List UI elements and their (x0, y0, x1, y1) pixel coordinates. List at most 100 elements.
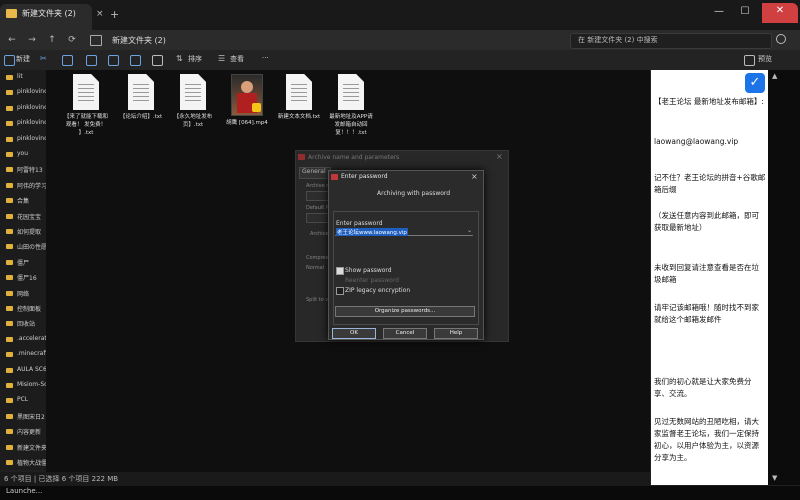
up-icon[interactable]: ↑ (42, 30, 62, 50)
more-button[interactable]: ··· (262, 54, 269, 62)
folder-icon (6, 136, 13, 142)
file-item[interactable]: 胡鹰 [064].mp4 (224, 74, 270, 127)
share-icon[interactable] (130, 55, 141, 66)
view-button[interactable]: 查看 (230, 54, 244, 64)
ad-line: 记不住？老王论坛的拼音+谷歌邮箱后缀 (654, 173, 766, 194)
split-label: Split to v (306, 297, 329, 303)
folder-icon (6, 336, 13, 342)
folder-icon (6, 460, 13, 465)
password-value[interactable]: 老王论坛www.laowang.vip (336, 228, 408, 236)
cancel-button[interactable]: Cancel (383, 328, 427, 339)
view-icon: ☰ (218, 54, 226, 63)
new-tab-icon[interactable]: + (110, 8, 119, 21)
folder-icon (6, 275, 13, 281)
new-icon (4, 55, 15, 66)
organize-passwords-button[interactable]: Organize passwords... (335, 306, 475, 317)
zip-legacy-checkbox[interactable] (336, 287, 344, 295)
close-icon[interactable]: ✕ (771, 5, 789, 19)
ad-line: 见过无数网站的丑陋吃相，请大家监督老王论坛，我们一定保持初心，以用户体验为主，以… (654, 417, 759, 462)
ad-panel: ✓ 【老王论坛 最新地址发布邮箱】: laowang@laowang.vip 记… (651, 70, 768, 485)
text-file-icon (286, 74, 312, 110)
folder-icon (6, 352, 13, 358)
dialog-close-icon[interactable]: × (471, 172, 478, 181)
minimize-icon[interactable]: — (710, 6, 728, 20)
archive-close-icon[interactable]: × (496, 152, 503, 161)
search-placeholder: 在 新建文件夹 (2) 中搜索 (578, 36, 658, 44)
status-text: 6 个项目 | 已选择 6 个项目 222 MB (4, 475, 119, 483)
reenter-password-label: Reenter password (345, 277, 399, 284)
refresh-icon[interactable]: ⟳ (62, 30, 82, 50)
ad-scrollbar[interactable] (768, 70, 800, 485)
file-item[interactable]: 【永久地址发布页】.txt (170, 74, 216, 129)
scroll-down-icon[interactable]: ▼ (772, 474, 777, 482)
folder-icon (6, 198, 13, 204)
folder-icon (6, 152, 13, 157)
rename-icon[interactable] (108, 55, 119, 66)
folder-icon (6, 321, 13, 327)
back-icon[interactable]: ← (2, 30, 22, 50)
brand-logo-icon: ✓ (745, 73, 765, 93)
archive-name-label: Archive n (306, 183, 330, 189)
text-file-icon (128, 74, 154, 110)
sort-button[interactable]: 排序 (188, 54, 202, 64)
breadcrumb[interactable]: 新建文件夹 (2) (112, 35, 166, 46)
folder-icon (6, 75, 13, 80)
enter-password-label: Enter password (336, 220, 383, 227)
delete-icon[interactable] (152, 55, 163, 66)
folder-icon (6, 213, 13, 219)
folder-icon (6, 121, 13, 127)
archive-format-label: Archive (310, 231, 329, 237)
folder-icon (6, 306, 13, 311)
folder-icon (6, 444, 13, 450)
folder-icon (6, 229, 13, 234)
chevron-down-icon[interactable]: ⌄ (467, 227, 472, 234)
ad-line: （发送任意内容到此邮箱，即可获取最新地址） (654, 211, 759, 232)
forward-icon[interactable]: → (22, 30, 42, 50)
new-button[interactable]: 新建 (16, 54, 30, 64)
copy-icon[interactable] (62, 55, 73, 66)
archive-icon (298, 154, 305, 160)
show-password-checkbox[interactable] (336, 267, 344, 275)
tab-close-icon[interactable]: × (96, 9, 104, 19)
ok-button[interactable]: OK (332, 328, 376, 339)
sort-icon: ⇅ (176, 54, 183, 63)
folder-icon (6, 167, 13, 173)
file-item[interactable]: 【来了就能下载和观看！ 发免费！ 】.txt (63, 74, 109, 137)
folder-icon (6, 398, 13, 404)
show-password-label: Show password (345, 267, 392, 274)
archive-icon (331, 174, 338, 180)
search-icon[interactable] (776, 34, 786, 44)
folder-icon (6, 413, 13, 419)
preview-button[interactable]: 预览 (758, 54, 772, 64)
file-name: 【来了就能下载和观看！ 发免费！ 】.txt (63, 114, 108, 136)
cut-icon[interactable]: ✂ (40, 54, 47, 63)
ad-email[interactable]: laowang@laowang.vip (654, 136, 766, 148)
dialog-title: Enter password (341, 173, 388, 180)
archive-dialog-title: Archive name and parameters (308, 154, 400, 161)
dialog-header: Archiving with password (377, 190, 451, 197)
text-file-icon (338, 74, 364, 110)
navigation-pane: lit pinklovinc pinklovinc pinklovinc pinklov… (0, 70, 53, 470)
file-item[interactable]: 新建文本文档.txt (276, 74, 322, 121)
file-item[interactable]: 最新地址及APP请发邮箱自动回复！！！.txt (328, 74, 374, 137)
tab-title: 新建文件夹 (2) (22, 9, 76, 18)
ad-line: 【老王论坛 最新地址发布邮箱】: (654, 97, 764, 106)
file-name: 【永久地址发布页】.txt (173, 114, 213, 128)
command-toolbar: 新建 ✂ ⇅ 排序 ☰ 查看 ··· 预览 (0, 50, 800, 71)
title-bar: 新建文件夹 (2) × + — ☐ ✕ (0, 0, 800, 30)
text-file-icon (180, 74, 206, 110)
file-name: 【论坛介绍】.txt (119, 114, 163, 120)
compression-value[interactable]: Normal (306, 265, 324, 271)
scroll-up-icon[interactable]: ▲ (772, 72, 777, 80)
maximize-icon[interactable]: ☐ (736, 6, 754, 20)
zip-legacy-label: ZIP legacy encryption (345, 287, 411, 294)
monitor-icon (90, 35, 102, 46)
tab-general[interactable]: General (299, 167, 331, 179)
folder-icon (6, 9, 17, 18)
file-name: 胡鹰 [064].mp4 (226, 120, 268, 126)
paste-icon[interactable] (86, 55, 97, 66)
help-button[interactable]: Help (434, 328, 478, 339)
file-item[interactable]: 【论坛介绍】.txt (118, 74, 164, 121)
taskbar-label[interactable]: Launche... (6, 487, 42, 495)
ad-line: 未收到回复请注意查看是否在垃圾邮箱 (654, 263, 759, 284)
